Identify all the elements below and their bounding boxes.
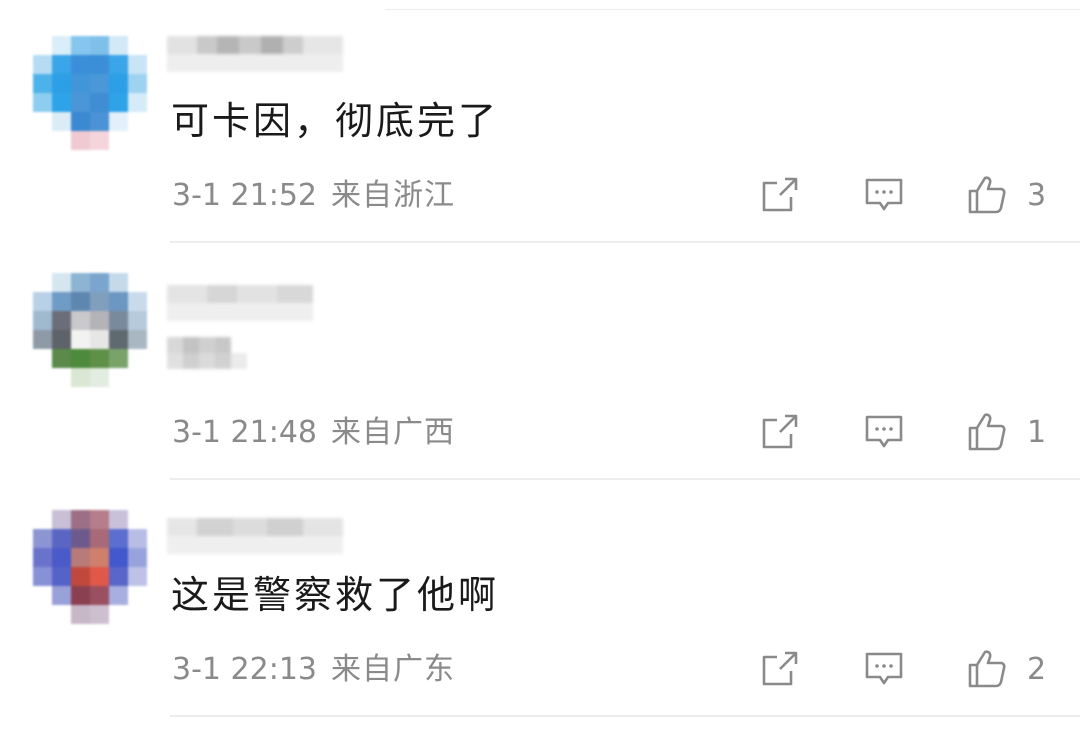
comment-item: 这是警察救了他啊 3-1 22:13 来自广东 2	[0, 510, 1080, 747]
comment-text: 这是警察救了他啊	[171, 573, 500, 617]
thumbs-up-icon	[968, 176, 1006, 214]
share-button[interactable]	[759, 174, 801, 216]
reply-button[interactable]	[863, 174, 905, 216]
comment-divider	[170, 715, 1080, 717]
reply-button[interactable]	[863, 648, 905, 690]
avatar[interactable]	[33, 273, 147, 387]
comment-meta: 3-1 21:52 来自浙江	[172, 176, 455, 216]
comment-time: 3-1 22:13	[172, 652, 317, 687]
comment-location: 来自广西	[331, 415, 455, 450]
comment-divider	[170, 478, 1080, 480]
comment-meta: 3-1 21:48 来自广西	[172, 413, 455, 453]
share-button[interactable]	[759, 648, 801, 690]
comment-time: 3-1 21:52	[172, 178, 317, 213]
comment-divider	[170, 241, 1080, 243]
thumbs-up-icon	[968, 413, 1006, 451]
comment-item: 3-1 21:48 来自广西 1	[0, 273, 1080, 510]
like-button[interactable]	[966, 648, 1008, 690]
like-button[interactable]	[966, 174, 1008, 216]
comment-text: 可卡因，彻底完了	[171, 99, 500, 143]
share-icon	[762, 177, 798, 212]
like-count: 1	[1027, 415, 1047, 450]
share-icon	[762, 414, 798, 449]
avatar[interactable]	[33, 510, 147, 624]
comment-text-blurred	[167, 323, 249, 375]
avatar[interactable]	[33, 36, 147, 150]
like-button[interactable]	[966, 411, 1008, 453]
like-count: 3	[1027, 178, 1047, 213]
comment-location: 来自广东	[331, 652, 455, 687]
comment-icon	[865, 652, 903, 685]
share-icon	[762, 651, 798, 686]
comment-time: 3-1 21:48	[172, 415, 317, 450]
comment-location: 来自浙江	[331, 178, 455, 213]
top-divider	[385, 9, 1080, 10]
comment-icon	[865, 415, 903, 448]
thumbs-up-icon	[968, 650, 1006, 688]
comment-meta: 3-1 22:13 来自广东	[172, 650, 455, 690]
comment-icon	[865, 178, 903, 211]
reply-button[interactable]	[863, 411, 905, 453]
like-count: 2	[1027, 652, 1047, 687]
comment-item: 可卡因，彻底完了 3-1 21:52 来自浙江 3	[0, 36, 1080, 273]
share-button[interactable]	[759, 411, 801, 453]
